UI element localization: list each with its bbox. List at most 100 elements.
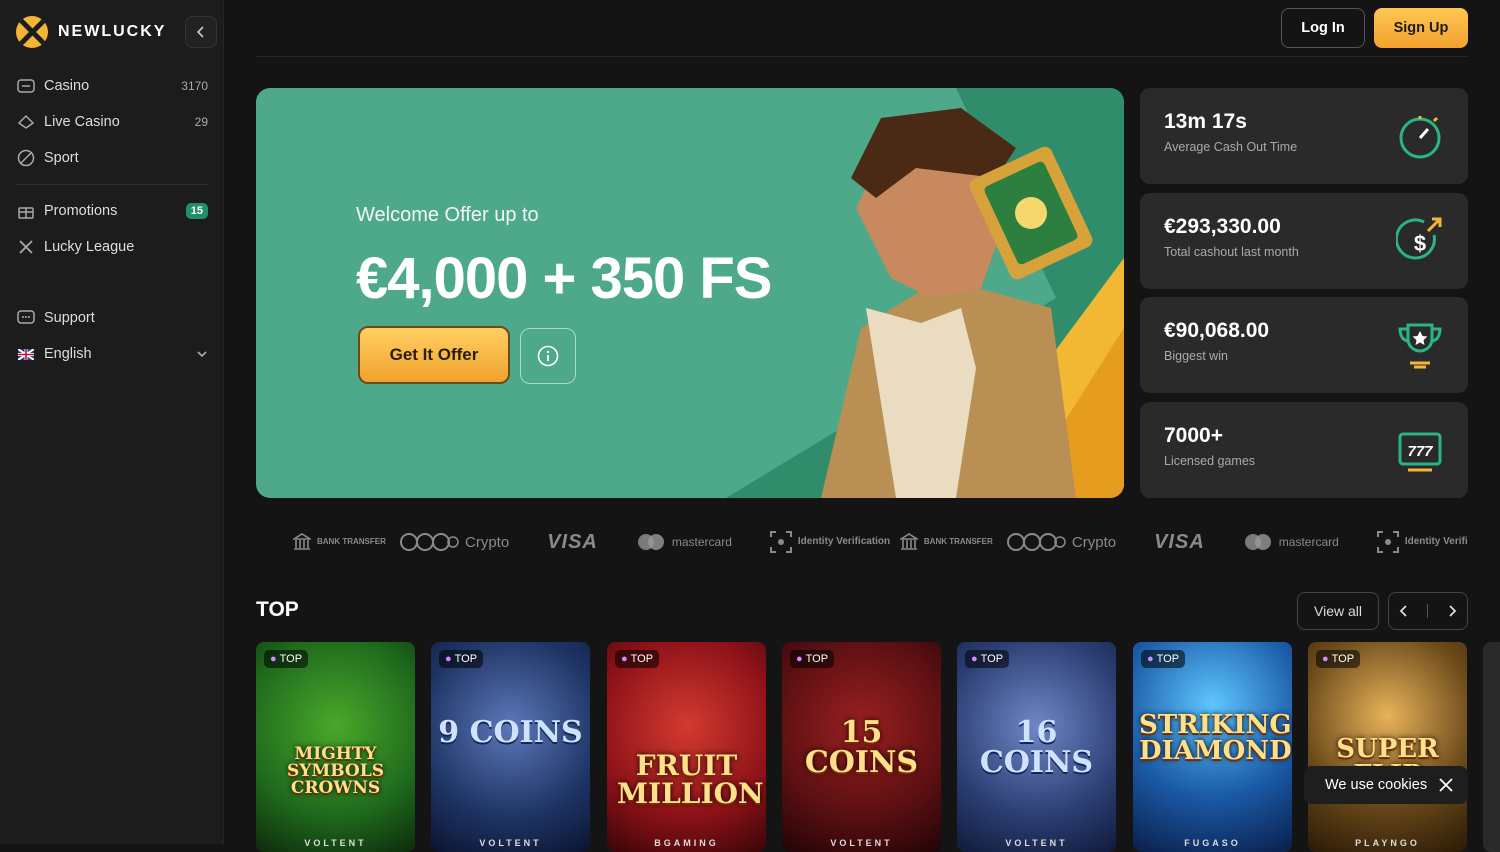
view-all-button[interactable]: View all — [1297, 592, 1379, 630]
top-games-carousel: ● TOP MIGHTY SYMBOLS CROWNS VOLTENT ● TOP … — [256, 642, 1500, 852]
collapse-sidebar-button[interactable] — [185, 16, 217, 48]
game-provider: VOLTENT — [1005, 838, 1068, 848]
signup-button[interactable]: Sign Up — [1374, 8, 1468, 48]
tag-label: TOP — [1156, 653, 1180, 665]
game-card[interactable]: ● TOP MIGHTY SYMBOLS CROWNS VOLTENT — [256, 642, 415, 852]
game-title: 15 COINS — [804, 715, 919, 780]
visa-logo: VISA — [1154, 530, 1205, 553]
divider — [16, 184, 208, 185]
bank-transfer-logo: BANK TRANSFER — [899, 533, 993, 551]
game-card[interactable]: ●TOP SUPER FLIP PLAYNGO — [1308, 642, 1467, 852]
casino-icon — [16, 76, 36, 96]
casino-count: 3170 — [181, 79, 208, 93]
game-provider: VOLTENT — [304, 838, 367, 848]
sidebar: NEWLUCKY Casino 3170 Live Casino 29 Spor… — [0, 0, 224, 844]
nav-secondary: Support English — [16, 300, 208, 372]
sidebar-item-support[interactable]: Support — [16, 300, 208, 336]
stopwatch-icon — [1399, 116, 1441, 159]
uk-flag-icon — [16, 344, 36, 364]
language-label: English — [44, 346, 92, 362]
crypto-label: Crypto — [465, 533, 510, 551]
sidebar-item-label: Live Casino — [44, 114, 120, 130]
brand-logo[interactable]: NEWLUCKY — [16, 16, 166, 48]
cookie-banner: We use cookies — [1304, 766, 1468, 804]
tag-label: TOP — [980, 653, 1004, 665]
identity-verification-logo: Identity Verification — [1376, 531, 1468, 553]
scan-icon — [769, 531, 792, 553]
offer-info-button[interactable] — [520, 328, 576, 384]
sidebar-item-casino[interactable]: Casino 3170 — [16, 68, 208, 104]
mastercard-label: mastercard — [671, 535, 732, 549]
chevron-left-icon[interactable] — [1397, 604, 1411, 618]
sidebar-item-label: Promotions — [44, 203, 118, 219]
svg-text:777: 777 — [1407, 443, 1433, 460]
chevron-down-icon — [197, 351, 207, 358]
fire-icon: ● — [1322, 653, 1329, 665]
live-casino-count: 29 — [194, 115, 208, 129]
promotions-badge: 15 — [185, 203, 208, 219]
bank-transfer-label: BANK TRANSFER — [923, 537, 993, 546]
fire-icon: ● — [445, 653, 452, 665]
top-tag: ● TOP — [790, 650, 835, 668]
sidebar-item-lucky-league[interactable]: Lucky League — [16, 229, 208, 265]
svg-text:$: $ — [1414, 231, 1426, 256]
crypto-logo: Crypto — [399, 532, 509, 552]
sidebar-item-label: Support — [44, 310, 95, 326]
top-tag: ● TOP — [615, 650, 660, 668]
payment-methods-strip: ion BANK TRANSFER Crypto VISA mastercard… — [256, 520, 1468, 564]
close-icon[interactable] — [1438, 777, 1454, 793]
top-tag: ● TOP — [965, 650, 1010, 668]
login-button[interactable]: Log In — [1281, 8, 1365, 48]
top-tag: ● TOP — [264, 650, 309, 668]
chevron-right-icon[interactable] — [1445, 604, 1459, 618]
header-divider — [256, 56, 1468, 57]
welcome-banner[interactable]: Welcome Offer up to €4,000 + 350 FS Get … — [256, 88, 1124, 498]
cookie-text: We use cookies — [1325, 777, 1428, 793]
game-card[interactable]: ● TOP 16 COINS VOLTENT — [957, 642, 1116, 852]
tag-label: TOP — [630, 653, 654, 665]
banner-subtitle: Welcome Offer up to — [356, 204, 539, 226]
top-tag: ● TOP — [1316, 650, 1361, 668]
fire-icon: ● — [971, 653, 978, 665]
bank-icon — [899, 533, 918, 550]
dollar-cashout-icon: $ — [1396, 217, 1442, 260]
bank-icon — [293, 533, 311, 550]
fire-icon: ● — [270, 653, 277, 665]
game-card[interactable]: ● TOP FRUIT MILLION BGAMING — [607, 642, 766, 852]
game-title: 9 COINS — [438, 715, 583, 750]
crypto-logo: Crypto — [1006, 532, 1116, 552]
get-offer-button[interactable]: Get It Offer — [358, 326, 510, 384]
mastercard-logo: mastercard — [636, 533, 732, 551]
crypto-label: Crypto — [1071, 533, 1117, 551]
sidebar-item-promotions[interactable]: Promotions 15 — [16, 193, 208, 229]
tag-label: TOP — [279, 653, 303, 665]
stat-biggest-win: €90,068.00 Biggest win — [1140, 297, 1468, 393]
top-tag: ● TOP — [1141, 650, 1186, 668]
game-card[interactable]: ● TOP 15 COINS VOLTENT — [782, 642, 941, 852]
game-card[interactable]: ● TOP 9 COINS VOLTENT — [431, 642, 590, 852]
sidebar-item-label: Sport — [44, 150, 79, 166]
fire-icon: ● — [1147, 653, 1154, 665]
stat-cashout-time: 13m 17s Average Cash Out Time — [1140, 88, 1468, 184]
scan-icon — [1376, 531, 1399, 553]
game-card[interactable]: ● TOP STRIKING DIAMOND FUGASO — [1133, 642, 1292, 852]
chevron-left-icon — [196, 26, 204, 38]
sidebar-item-sport[interactable]: Sport — [16, 140, 208, 176]
game-card-partial[interactable] — [1483, 642, 1500, 852]
bank-transfer-logo: BANK TRANSFER — [293, 533, 386, 551]
language-select[interactable]: English — [16, 336, 208, 372]
nav-main: Casino 3170 Live Casino 29 Sport Promoti… — [16, 68, 208, 265]
identity-verification-logo: Identity Verification — [769, 531, 890, 553]
mastercard-label: mastercard — [1278, 535, 1339, 549]
slot-machine-icon: 777 — [1398, 432, 1442, 472]
pager-divider — [1427, 604, 1429, 618]
crypto-coins-icon — [1006, 533, 1066, 551]
top-tag: ● TOP — [439, 650, 484, 668]
sidebar-item-label: Casino — [44, 78, 90, 94]
crypto-coins-icon — [400, 533, 459, 551]
gift-icon — [16, 201, 36, 221]
mastercard-icon — [637, 534, 664, 550]
identity-verification-label: Identity Verification — [1404, 536, 1468, 547]
stat-total-cashout: €293,330.00 Total cashout last month $ — [1140, 193, 1468, 289]
sidebar-item-live-casino[interactable]: Live Casino 29 — [16, 104, 208, 140]
